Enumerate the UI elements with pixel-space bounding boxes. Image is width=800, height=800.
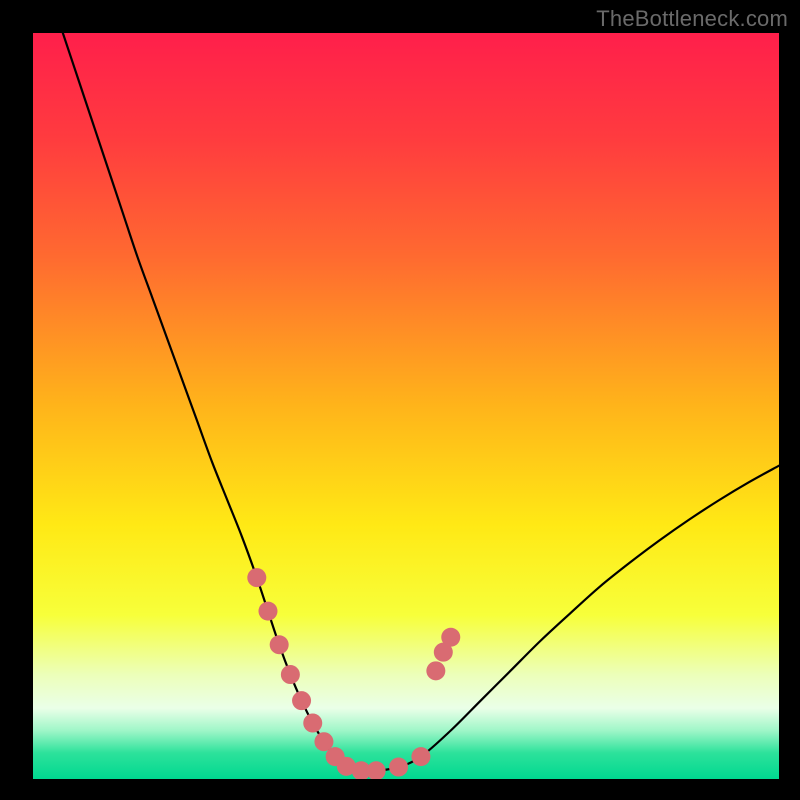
gradient-background: [33, 33, 779, 779]
watermark-text: TheBottleneck.com: [596, 6, 788, 32]
chart-stage: TheBottleneck.com: [0, 0, 800, 800]
plot-area: [33, 33, 779, 779]
